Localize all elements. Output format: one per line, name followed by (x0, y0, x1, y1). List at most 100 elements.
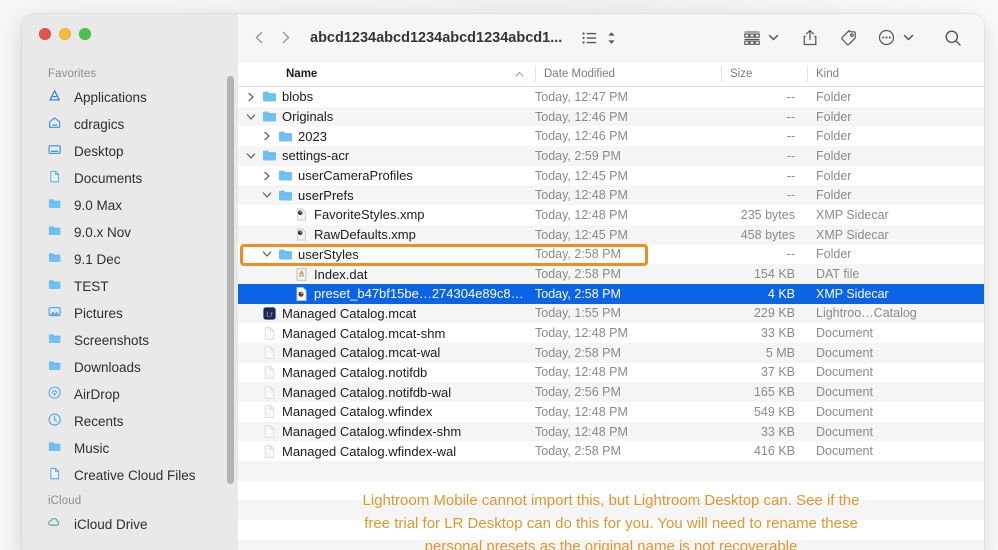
column-header-name[interactable]: Name (238, 62, 535, 86)
share-button[interactable] (797, 25, 823, 51)
row-file-name: 2023 (298, 128, 327, 144)
column-header-kind[interactable]: Kind (807, 62, 984, 86)
row-size: -- (786, 247, 795, 262)
sidebar-item-desktop[interactable]: Desktop (22, 138, 238, 165)
column-header-date-modified[interactable]: Date Modified (535, 62, 721, 86)
sidebar-item-9-0-max[interactable]: 9.0 Max (22, 192, 238, 219)
row-file-name: Managed Catalog.wfindex-shm (282, 424, 462, 440)
folder-icon (279, 131, 292, 142)
table-row[interactable]: Lr Managed Catalog.mcat Today, 1:55 PM 229 … (238, 303, 984, 324)
table-row[interactable]: userCameraProfiles Today, 12:45 PM -- Folde… (238, 166, 984, 186)
table-row[interactable]: Managed Catalog.wfindex-wal Today, 2:58 P… (238, 441, 984, 461)
table-row[interactable]: Index.dat Today, 2:58 PM 154 KB DAT file (238, 264, 984, 284)
row-kind: Folder (816, 148, 852, 163)
sidebar-item-recents[interactable]: Recents (22, 408, 238, 435)
table-row[interactable]: Managed Catalog.notifdb Today, 12:48 PM 37… (238, 363, 984, 383)
sidebar-item-label: Creative Cloud Files (74, 468, 196, 483)
disclosure-expanded-icon[interactable] (260, 191, 273, 199)
sidebar-item-applications[interactable]: Applications (22, 84, 238, 111)
table-row[interactable]: Managed Catalog.notifdb-wal Today, 2:56 P… (238, 382, 984, 402)
disclosure-collapsed-icon[interactable] (244, 92, 257, 102)
sidebar-item-music[interactable]: Music (22, 435, 238, 462)
blank-doc-icon (262, 345, 277, 360)
row-size: 4 KB (767, 286, 795, 301)
file-list[interactable]: blobs Today, 12:47 PM -- Folder Originals Tod… (238, 87, 984, 550)
sidebar-item-pictures[interactable]: Pictures (22, 300, 238, 327)
svg-text:Lr: Lr (266, 310, 273, 319)
table-row[interactable]: Managed Catalog.wfindex Today, 12:48 PM 54… (238, 402, 984, 422)
group-by-dropdown[interactable] (765, 25, 781, 51)
close-button[interactable] (39, 28, 51, 40)
row-name-cell: Index.dat (238, 267, 535, 282)
column-header-size[interactable]: Size (721, 62, 807, 86)
table-row[interactable]: settings-acr Today, 2:59 PM -- Folder (238, 146, 984, 166)
folder-icon (48, 280, 61, 290)
row-size: 235 bytes (740, 207, 795, 222)
table-row[interactable]: 2023 Today, 12:46 PM -- Folder (238, 126, 984, 146)
row-date-modified: Today, 12:47 PM (535, 89, 628, 104)
disclosure-collapsed-icon[interactable] (260, 171, 273, 181)
sidebar-item-test[interactable]: TEST (22, 273, 238, 300)
table-row[interactable]: userPrefs Today, 12:48 PM -- Folder (238, 185, 984, 206)
dat-icon (294, 267, 309, 282)
sidebar-item-icloud-drive[interactable]: iCloud Drive (22, 511, 238, 538)
sidebar-item-9-1-dec[interactable]: 9.1 Dec (22, 246, 238, 273)
row-name-cell: userPrefs (238, 188, 535, 203)
row-file-name: Managed Catalog.wfindex (282, 404, 433, 420)
disclosure-expanded-icon[interactable] (244, 152, 257, 160)
table-row[interactable]: RawDefaults.xmp Today, 12:45 PM 458 bytes X… (238, 224, 984, 245)
share-icon (803, 29, 817, 46)
row-name-cell: 2023 (238, 129, 535, 144)
table-row[interactable]: blobs Today, 12:47 PM -- Folder (238, 87, 984, 107)
tag-button[interactable] (835, 25, 861, 51)
disclosure-expanded-icon[interactable] (260, 250, 273, 258)
row-name-cell: RawDefaults.xmp (238, 227, 535, 242)
row-kind: Folder (816, 109, 852, 124)
table-row[interactable]: FavoriteStyles.xmp Today, 12:48 PM 235 byt… (238, 205, 984, 225)
group-by-button[interactable] (740, 25, 764, 51)
pictures-icon (48, 305, 65, 322)
sidebar-scrollbar[interactable] (227, 76, 234, 484)
sidebar-item-downloads[interactable]: Downloads (22, 354, 238, 381)
row-file-name: settings-acr (282, 148, 350, 164)
row-size: -- (786, 188, 795, 203)
more-actions-dropdown[interactable] (900, 25, 916, 51)
sidebar-item-label: Pictures (74, 306, 123, 321)
list-view-button[interactable] (576, 25, 602, 51)
more-actions-button[interactable] (873, 25, 899, 51)
sidebar-item-airdrop[interactable]: AirDrop (22, 381, 238, 408)
forward-button[interactable] (272, 25, 298, 51)
folder-icon (48, 334, 61, 344)
table-row[interactable]: userStyles Today, 2:58 PM -- Folder (238, 245, 984, 265)
search-icon (945, 30, 961, 46)
maximize-button[interactable] (79, 28, 91, 40)
empty-row (238, 520, 984, 540)
sidebar-item-9-0-x-nov[interactable]: 9.0.x Nov (22, 219, 238, 246)
search-button[interactable] (940, 25, 966, 51)
sidebar-item-cdragics[interactable]: cdragics (22, 111, 238, 138)
back-button[interactable] (246, 25, 272, 51)
blank-doc-icon (264, 326, 275, 340)
row-kind: Folder (816, 247, 852, 262)
row-size: 5 MB (765, 345, 795, 360)
row-kind: Document (816, 326, 873, 341)
disclosure-collapsed-icon[interactable] (260, 131, 273, 141)
table-row[interactable]: Managed Catalog.mcat-wal Today, 2:58 PM 5 … (238, 342, 984, 363)
group-by-controls (740, 25, 781, 51)
document-icon (50, 170, 60, 183)
sort-order-button[interactable] (602, 25, 620, 51)
minimize-button[interactable] (59, 28, 71, 40)
table-row[interactable]: Originals Today, 12:46 PM -- Folder (238, 106, 984, 127)
folder-icon (279, 249, 292, 260)
folder-icon (278, 129, 293, 144)
row-name-cell: Managed Catalog.notifdb-wal (238, 385, 535, 400)
row-date-modified: Today, 12:45 PM (535, 227, 628, 242)
sidebar-item-creative-cloud-files[interactable]: Creative Cloud Files (22, 462, 238, 489)
table-row[interactable]: Managed Catalog.wfindex-shm Today, 12:48 … (238, 421, 984, 442)
sidebar-item-documents[interactable]: Documents (22, 165, 238, 192)
disclosure-expanded-icon[interactable] (244, 113, 257, 121)
blank-doc-icon (264, 346, 275, 360)
sidebar-item-screenshots[interactable]: Screenshots (22, 327, 238, 354)
table-row[interactable]: Managed Catalog.mcat-shm Today, 12:48 PM 3… (238, 323, 984, 343)
table-row[interactable]: preset_b47bf15be…274304e89c8e.xmp Today, … (238, 283, 984, 304)
